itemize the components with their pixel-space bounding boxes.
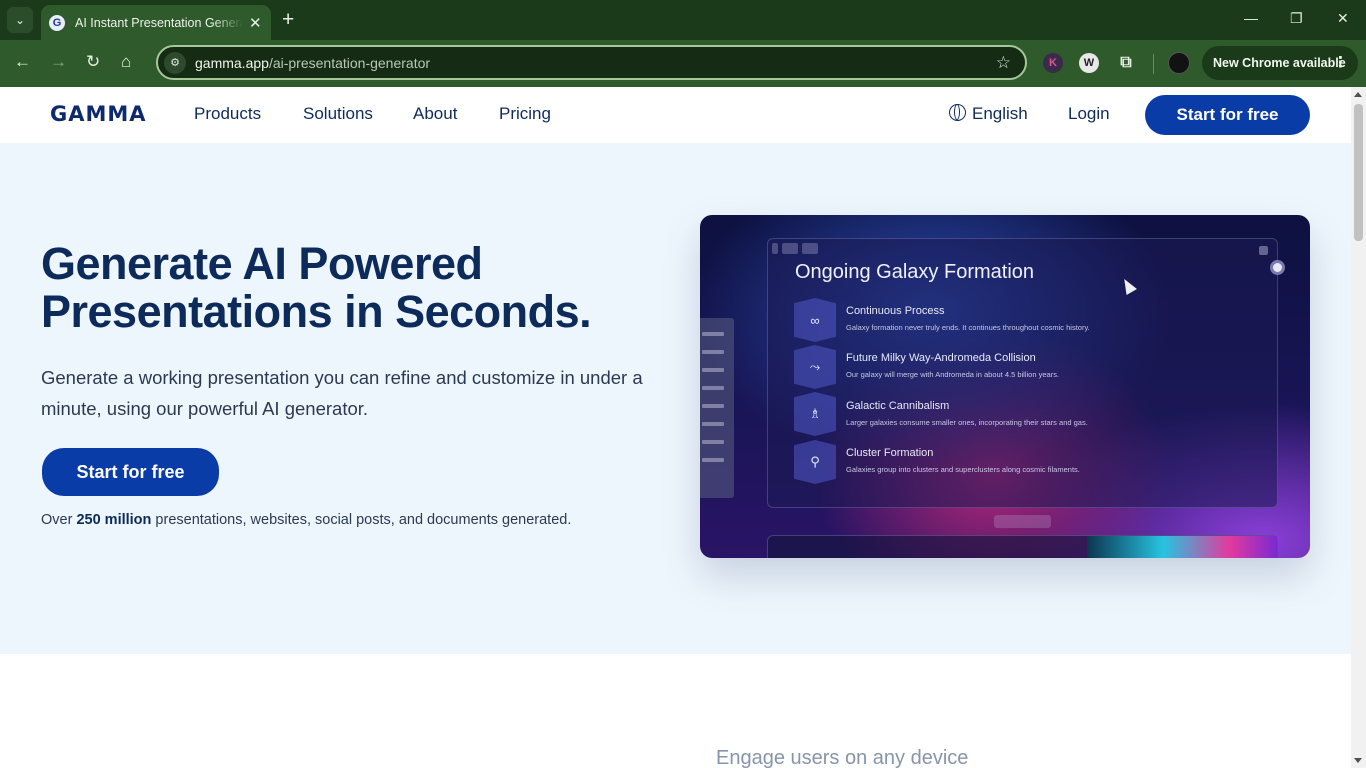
stats-suffix: presentations, websites, social posts, a… [151,512,572,528]
new-tab-button[interactable]: + [282,9,294,31]
preview-next-slide-image [1087,536,1277,558]
tab-title: AI Instant Presentation Generator [75,15,243,30]
site-info-icon[interactable]: ⚙ [164,51,186,74]
extension-w-icon[interactable]: W [1079,53,1099,73]
bookmark-star-icon[interactable]: ☆ [996,53,1011,73]
close-window-icon[interactable]: ✕ [1337,10,1349,27]
toolbar-divider [1153,54,1154,74]
preview-next-slide [767,535,1278,558]
more-menu-icon[interactable]: ⋮ [1333,53,1348,71]
gamma-favicon-icon: G [49,14,65,31]
slide-menu-icon [1259,246,1268,255]
slide-row-title: Continuous Process [846,305,945,317]
login-link[interactable]: Login [1068,104,1110,124]
merge-arrow-icon: ⤳ [794,345,836,389]
browser-titlebar: ⌄ G AI Instant Presentation Generator ✕ … [0,0,1366,40]
extensions-puzzle-icon[interactable]: ⧉ [1116,53,1136,73]
back-arrow-icon[interactable]: ← [14,52,31,72]
chess-piece-icon: ♗ [794,392,836,436]
gamma-logo[interactable]: GAMMA [50,102,147,126]
profile-avatar[interactable] [1168,52,1190,74]
slide-row-desc: Larger galaxies consume smaller ones, in… [846,418,1088,427]
slide-row-desc: Galaxies group into clusters and supercl… [846,465,1080,474]
slide-row-title: Cluster Formation [846,447,934,459]
home-icon[interactable]: ⌂ [121,52,131,72]
nav-about[interactable]: About [413,104,457,124]
forward-arrow-icon[interactable]: → [50,52,67,72]
restore-window-icon[interactable]: ❐ [1290,10,1303,27]
url-path: /ai-presentation-generator [268,54,431,71]
site-navbar: GAMMA Products Solutions About Pricing E… [0,87,1351,143]
language-selector[interactable]: English [949,104,1028,124]
scroll-down-icon[interactable] [1354,758,1362,763]
slide-row-title: Galactic Cannibalism [846,400,950,412]
browser-tab-active[interactable]: G AI Instant Presentation Generator ✕ [41,5,271,40]
nav-pricing[interactable]: Pricing [499,104,551,124]
hero-headline: Generate AI Powered Presentations in Sec… [41,238,592,337]
new-chrome-available-button[interactable]: New Chrome available ⋮ [1202,46,1358,80]
preview-outline-panel [700,318,734,498]
web-page: GAMMA Products Solutions About Pricing E… [0,87,1351,768]
reload-icon[interactable]: ↻ [86,52,100,72]
features-section: Engage users on any device [0,654,1351,768]
close-tab-icon[interactable]: ✕ [249,14,262,32]
slide-row-desc: Our galaxy will merge with Andromeda in … [846,370,1060,379]
nav-solutions[interactable]: Solutions [303,104,373,124]
nav-products[interactable]: Products [194,104,261,124]
scroll-thumb[interactable] [1354,104,1363,241]
stats-prefix: Over [41,512,77,528]
slide-title: Ongoing Galaxy Formation [795,261,1035,283]
slide-row-title: Future Milky Way-Andromeda Collision [846,352,1036,364]
url-text[interactable]: gamma.app/ai-presentation-generator [195,55,430,71]
minimize-window-icon[interactable]: — [1244,10,1258,26]
browser-toolbar: ← → ↻ ⌂ ⚙ gamma.app/ai-presentation-gene… [0,40,1366,87]
globe-icon [949,104,966,121]
hero-start-free-button[interactable]: Start for free [42,448,219,496]
preview-slide-card: Ongoing Galaxy Formation ∞ Continuous Pr… [767,238,1278,508]
stats-count: 250 million [76,512,152,528]
preview-float-dot [1270,260,1285,275]
cluster-icon: ⚲ [794,440,836,484]
extension-k-icon[interactable]: K [1043,53,1063,73]
new-chrome-label: New Chrome available [1213,56,1346,70]
infinity-icon: ∞ [794,298,836,342]
language-label: English [972,104,1028,123]
usage-stats: Over 250 million presentations, websites… [41,512,571,528]
hero-section: Generate AI Powered Presentations in Sec… [0,143,1351,654]
slide-row-desc: Galaxy formation never truly ends. It co… [846,323,1090,332]
preview-mini-toolbar [994,515,1051,528]
page-scrollbar[interactable] [1351,87,1366,768]
tab-search-button[interactable]: ⌄ [7,7,33,33]
slide-toolbar [772,243,818,255]
url-domain: gamma.app [195,54,269,71]
nav-start-free-button[interactable]: Start for free [1145,95,1310,135]
product-preview: Ongoing Galaxy Formation ∞ Continuous Pr… [700,215,1310,558]
engage-heading: Engage users on any device [716,747,969,768]
scroll-up-icon[interactable] [1354,92,1362,97]
address-bar[interactable]: ⚙ gamma.app/ai-presentation-generator ☆ [156,45,1027,80]
hero-subheadline: Generate a working presentation you can … [41,367,643,419]
